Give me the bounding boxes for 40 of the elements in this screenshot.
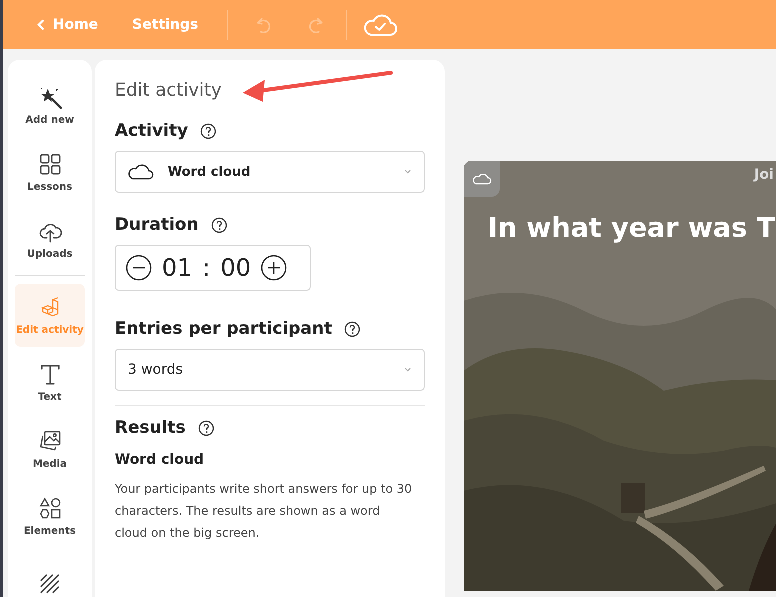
- field-label: Activity: [115, 121, 188, 141]
- activity-dropdown[interactable]: Word cloud: [115, 151, 425, 193]
- minus-icon: [126, 255, 152, 281]
- seconds-value[interactable]: 00: [220, 254, 252, 282]
- help-icon: [200, 122, 218, 140]
- sidebar-item[interactable]: Elements: [15, 486, 85, 549]
- results-type: Word cloud: [115, 452, 206, 468]
- text-icon: [38, 363, 62, 386]
- join-text: Joi: [754, 167, 774, 183]
- help-icon: [198, 420, 215, 436]
- image-icon: [38, 430, 62, 454]
- field-label: Results: [115, 418, 186, 438]
- help-icon: [344, 320, 362, 338]
- cloud-icon: [128, 163, 154, 181]
- back-icon: [37, 18, 45, 30]
- sidebar-item[interactable]: Media: [15, 418, 85, 482]
- help-icon: [210, 216, 228, 234]
- sidebar-item[interactable]: Lessons: [15, 141, 85, 204]
- results-description: Your participants write short answers for up to 30 characters. The results are shown as a word cloud on the big screen.: [115, 481, 414, 542]
- plus-icon: [261, 255, 288, 281]
- magic-wand-icon: [38, 86, 62, 109]
- sidebar-item[interactable]: Uploads: [15, 208, 85, 272]
- minutes-value[interactable]: 01: [162, 254, 193, 282]
- time-separator: :: [202, 254, 211, 282]
- sidebar-item[interactable]: Add new: [15, 74, 85, 138]
- field-label: Entries per participant: [115, 319, 332, 339]
- field-label: Duration: [115, 215, 199, 235]
- chevron-down-icon: [404, 367, 412, 373]
- panel-title: Edit activity: [115, 80, 222, 101]
- grid-icon: [38, 152, 62, 176]
- cloud-icon: [472, 172, 492, 186]
- increase-button[interactable]: [261, 255, 288, 281]
- cloud-check-icon: [362, 12, 397, 36]
- shapes-icon: [38, 497, 62, 520]
- entries-dropdown[interactable]: 3 words: [115, 349, 425, 391]
- decrease-button[interactable]: [126, 255, 152, 281]
- question-text: In what year was T: [488, 213, 776, 244]
- hatched-icon: [38, 572, 62, 596]
- chevron-down-icon: [404, 169, 412, 175]
- sidebar-item[interactable]: Text: [15, 351, 85, 415]
